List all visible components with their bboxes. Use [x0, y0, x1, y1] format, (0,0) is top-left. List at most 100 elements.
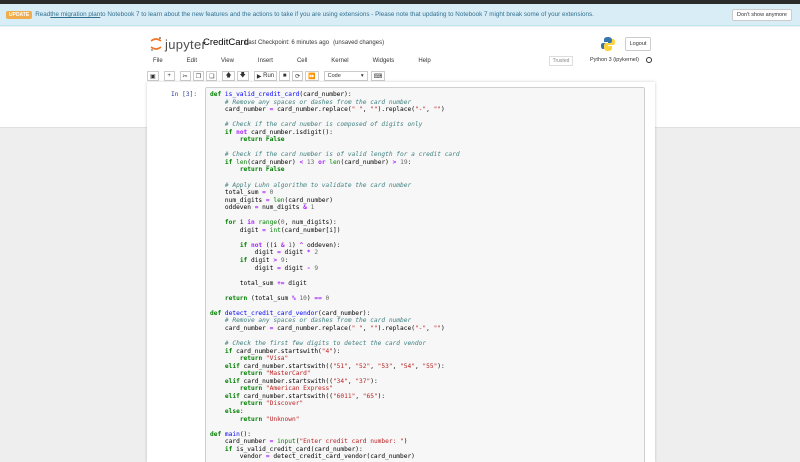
code-token: 9	[314, 264, 319, 272]
menu-view[interactable]: View	[215, 58, 234, 64]
code-token: main	[224, 430, 240, 438]
restart-run-all-icon[interactable]: ⏩	[305, 71, 319, 81]
add-cell-icon[interactable]: +	[163, 71, 175, 81]
code-token: ).replace(	[377, 324, 415, 332]
code-token: or	[318, 158, 326, 166]
code-token: False	[265, 136, 285, 144]
code-token: "55"	[422, 362, 438, 370]
code-token: 10	[299, 294, 307, 302]
menu-widgets[interactable]: Widgets	[367, 58, 395, 64]
code-token: for	[224, 219, 240, 227]
code-editor[interactable]: def is_valid_credit_card(card_number): #…	[210, 91, 640, 461]
code-line: card_number = card_number.replace(" ", "…	[210, 325, 640, 333]
code-token: return	[239, 415, 266, 423]
code-line: # Remove any spaces or dashes from the c…	[210, 317, 640, 325]
code-token: :	[239, 407, 244, 415]
code-token: "65"	[362, 392, 378, 400]
code-line: elif card_number.startswith(("51", "52",…	[210, 363, 640, 371]
code-token: digit	[251, 257, 274, 265]
menu-insert[interactable]: Insert	[252, 58, 273, 64]
code-token: 19	[400, 158, 408, 166]
code-token: digit	[280, 264, 307, 272]
notebook-name[interactable]: CreditCard	[203, 37, 249, 48]
migration-plan-link[interactable]: the migration plan	[50, 11, 100, 18]
code-token: return	[239, 166, 266, 174]
code-line: card_number = input("Enter credit card n…	[210, 438, 640, 446]
interrupt-icon[interactable]: ■	[279, 71, 291, 81]
menu-kernel[interactable]: Kernel	[325, 58, 348, 64]
code-token: digit	[210, 264, 278, 272]
jupyter-logo[interactable]: jupyter	[149, 36, 206, 52]
code-token: ,	[355, 392, 363, 400]
kernel-name[interactable]: Python 3 (ipykernel)	[590, 57, 639, 63]
code-token: not	[251, 241, 263, 249]
code-token: :	[407, 158, 412, 166]
cut-icon[interactable]: ✂	[179, 71, 191, 81]
run-button[interactable]: ▶ Run	[253, 71, 278, 81]
python-logo-icon	[601, 37, 615, 51]
code-token: ""	[370, 324, 378, 332]
menu-help[interactable]: Help	[412, 58, 430, 64]
code-token: oddeven):	[303, 241, 341, 249]
code-token: def	[210, 309, 225, 317]
code-token: len	[329, 158, 341, 166]
trusted-indicator[interactable]: Trusted	[549, 56, 573, 66]
code-token: "54"	[400, 362, 415, 370]
code-token: "37"	[355, 377, 371, 385]
checkpoint-status: Last Checkpoint: 6 minutes ago (unsaved c…	[245, 40, 384, 46]
dont-show-anymore-button[interactable]: Don't show anymore	[732, 9, 792, 21]
paste-icon[interactable]: ❏	[206, 71, 218, 81]
code-token: range	[258, 219, 278, 227]
code-token: "Visa"	[265, 355, 289, 363]
code-cell-input[interactable]: def is_valid_credit_card(card_number): #…	[205, 87, 645, 462]
menu-file[interactable]: File	[147, 58, 163, 64]
code-token: False	[265, 166, 285, 174]
code-token: digit	[210, 249, 278, 257]
code-token: if	[224, 347, 237, 355]
code-token: detect_credit_card_vendor(card_number)	[269, 453, 415, 461]
code-token: total_sum	[210, 189, 263, 197]
code-line: if len(card_number) < 13 or len(card_num…	[210, 159, 640, 167]
code-line: # Check if the card number is of valid l…	[210, 151, 640, 159]
code-token: # Remove any spaces or dashes from the c…	[224, 98, 412, 106]
code-token: if	[224, 158, 237, 166]
move-down-icon[interactable]: 🡇	[236, 71, 249, 81]
move-up-icon[interactable]: 🡅	[222, 71, 235, 81]
logout-button[interactable]: Logout	[625, 37, 651, 51]
code-token: oddeven	[210, 204, 255, 212]
code-token: "MasterCard"	[265, 370, 311, 378]
cell-type-select[interactable]: Code ▾	[323, 71, 368, 81]
code-token: vendor	[210, 453, 266, 461]
code-token: def	[210, 91, 225, 98]
menu-cell[interactable]: Cell	[291, 58, 307, 64]
code-token: detect_credit_card_vendor	[224, 309, 319, 317]
code-token: "6011"	[332, 392, 356, 400]
menu-edit[interactable]: Edit	[181, 58, 197, 64]
code-token: card_number.startswith(	[236, 347, 322, 355]
code-token: ):	[377, 392, 386, 400]
code-line: if not card_number.isdigit():	[210, 129, 640, 137]
save-icon[interactable]: ▣	[147, 71, 159, 81]
copy-icon[interactable]: ❐	[192, 71, 205, 81]
code-token: # Check the first few digits to detect t…	[224, 340, 427, 348]
code-line: elif card_number.startswith(("6011", "65…	[210, 393, 640, 401]
code-token: len	[236, 158, 248, 166]
restart-icon[interactable]: ⟳	[292, 71, 304, 81]
code-token: (card_number)	[284, 196, 333, 204]
keyboard-icon[interactable]: ⌨	[370, 71, 386, 81]
code-line: # Check the first few digits to detect t…	[210, 340, 640, 348]
